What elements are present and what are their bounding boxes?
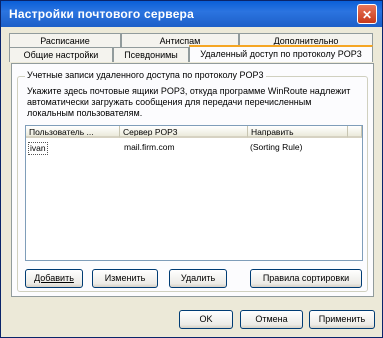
row-server: mail.firm.com bbox=[124, 142, 175, 152]
close-button[interactable]: ✕ bbox=[357, 4, 377, 24]
apply-button[interactable]: Применить bbox=[309, 310, 375, 329]
add-button[interactable]: Добавить bbox=[25, 269, 83, 288]
delete-button-label: Удалить bbox=[180, 273, 216, 283]
column-filler bbox=[348, 126, 362, 138]
apply-button-label: Применить bbox=[318, 314, 366, 324]
group-description: Укажите здесь почтовые ящики POP3, откуд… bbox=[27, 86, 351, 118]
ok-button-label: OK bbox=[199, 314, 213, 324]
tab-general[interactable]: Общие настройки bbox=[9, 47, 113, 62]
sorting-rules-button-label: Правила сортировки bbox=[262, 273, 350, 283]
ok-button[interactable]: OK bbox=[179, 310, 233, 329]
tab-aliases[interactable]: Псевдонимы bbox=[113, 47, 189, 62]
edit-button-label: Изменить bbox=[104, 273, 146, 283]
pop3-accounts-list[interactable]: Пользователь ... Сервер POP3 Направить i… bbox=[25, 125, 363, 261]
row-user: ivan bbox=[28, 142, 48, 155]
window-title: Настройки почтового сервера bbox=[9, 7, 194, 21]
tab-label: Общие настройки bbox=[23, 50, 99, 60]
tab-pop3-remote-access[interactable]: Удаленный доступ по протоколу POP3 bbox=[189, 45, 373, 62]
add-button-label: Добавить bbox=[34, 273, 74, 283]
column-user[interactable]: Пользователь ... bbox=[26, 126, 120, 138]
cancel-button[interactable]: Отмена bbox=[240, 310, 303, 329]
tab-label: Удаленный доступ по протоколу POP3 bbox=[200, 49, 362, 59]
title-bar[interactable]: Настройки почтового сервера ✕ bbox=[1, 1, 382, 27]
row-target: (Sorting Rule) bbox=[250, 142, 303, 152]
edit-button[interactable]: Изменить bbox=[92, 269, 158, 288]
tab-schedule[interactable]: Расписание bbox=[9, 33, 121, 48]
close-icon: ✕ bbox=[361, 8, 373, 22]
delete-button[interactable]: Удалить bbox=[169, 269, 227, 288]
column-pop3-server[interactable]: Сервер POP3 bbox=[120, 126, 248, 138]
mail-server-settings-window: Настройки почтового сервера ✕ Расписание… bbox=[0, 0, 383, 338]
group-title: Учетные записи удаленного доступа по про… bbox=[25, 70, 266, 80]
tab-label: Расписание bbox=[40, 36, 90, 46]
tab-label: Псевдонимы bbox=[124, 50, 178, 60]
cancel-button-label: Отмена bbox=[255, 314, 288, 324]
sorting-rules-button[interactable]: Правила сортировки bbox=[250, 269, 362, 288]
column-forward[interactable]: Направить bbox=[248, 126, 348, 138]
